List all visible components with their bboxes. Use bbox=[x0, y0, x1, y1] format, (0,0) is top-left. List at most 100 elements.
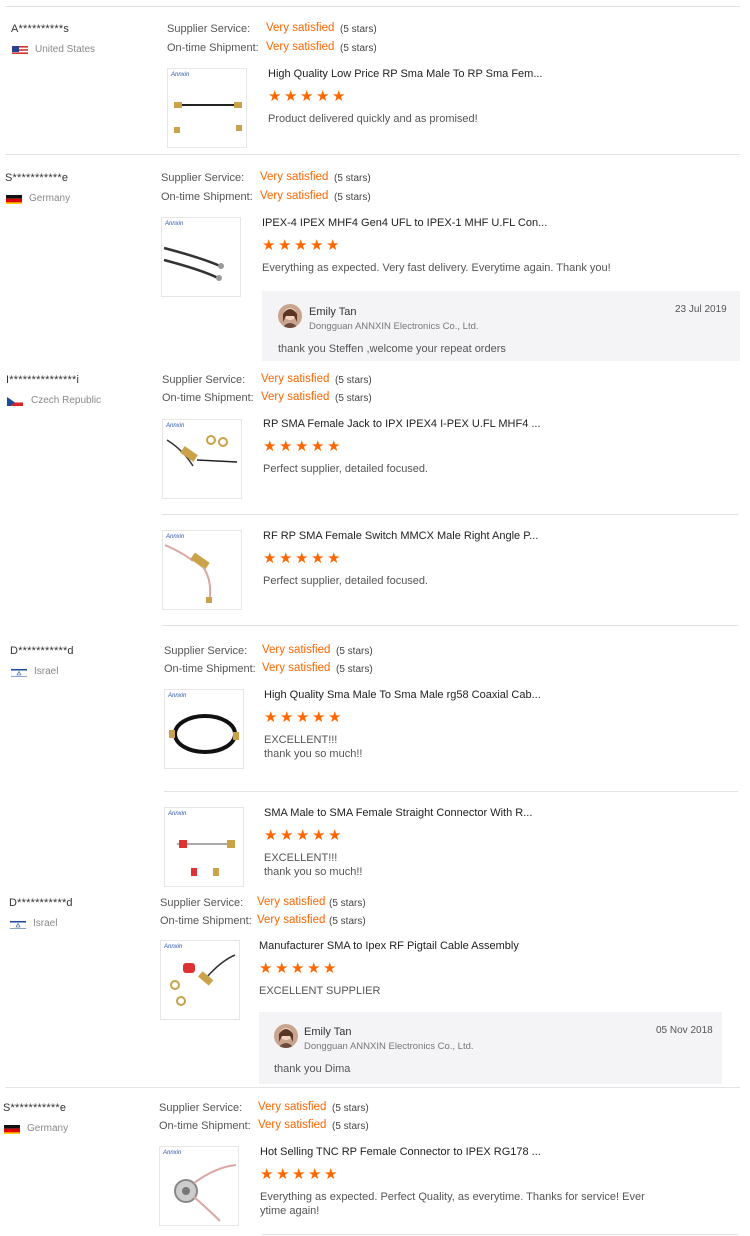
supplier-service-value: Very satisfied bbox=[261, 373, 330, 385]
product-thumbnail[interactable]: Annxin bbox=[162, 530, 242, 610]
product-title[interactable]: RF RP SMA Female Switch MMCX Male Right … bbox=[263, 530, 538, 542]
star-icon: ★ bbox=[328, 827, 342, 844]
product-title[interactable]: Manufacturer SMA to Ipex RF Pigtail Cabl… bbox=[259, 940, 519, 952]
star-icon: ★ bbox=[296, 827, 310, 844]
divider bbox=[162, 625, 738, 626]
product-title[interactable]: SMA Male to SMA Female Straight Connecto… bbox=[264, 807, 532, 819]
supplier-service-value: Very satisfied bbox=[262, 644, 331, 656]
ontime-shipment-label: On-time Shipment: bbox=[162, 392, 254, 404]
divider bbox=[262, 1234, 738, 1235]
product-thumbnail[interactable]: Annxin bbox=[161, 217, 241, 297]
seller-reply: Emily Tan Dongguan ANNXIN Electronics Co… bbox=[262, 291, 740, 361]
star-rating: ★ ★ ★ ★ ★ bbox=[263, 550, 342, 567]
flag-germany-icon bbox=[4, 1123, 20, 1134]
review-comment-line-2: thank you so much!! bbox=[264, 866, 363, 878]
star-icon: ★ bbox=[311, 550, 325, 567]
reviewer-country: Israel bbox=[34, 666, 59, 677]
product-title[interactable]: RP SMA Female Jack to IPX IPEX4 I-PEX U.… bbox=[263, 418, 541, 430]
reply-date: 23 Jul 2019 bbox=[675, 304, 727, 315]
ontime-shipment-label: On-time Shipment: bbox=[167, 42, 259, 54]
reply-author: Emily Tan bbox=[309, 306, 357, 318]
review-comment: EXCELLENT!!! bbox=[264, 734, 338, 746]
star-icon: ★ bbox=[312, 827, 326, 844]
reviewer-name: A**********s bbox=[11, 23, 70, 35]
seller-reply: Emily Tan Dongguan ANNXIN Electronics Co… bbox=[259, 1012, 722, 1084]
supplier-service-label: Supplier Service: bbox=[162, 374, 246, 386]
reviewer-country: Czech Republic bbox=[31, 395, 102, 406]
ontime-shipment-stars: (5 stars) bbox=[332, 1121, 369, 1132]
product-thumbnail[interactable]: Annxin bbox=[162, 419, 242, 499]
supplier-service-value: Very satisfied bbox=[257, 896, 326, 908]
reply-author: Emily Tan bbox=[304, 1026, 352, 1038]
ontime-shipment-stars: (5 stars) bbox=[336, 664, 373, 675]
product-title[interactable]: High Quality Low Price RP Sma Male To RP… bbox=[268, 68, 543, 80]
star-icon: ★ bbox=[312, 709, 326, 726]
star-rating: ★ ★ ★ ★ ★ bbox=[268, 88, 347, 105]
product-thumbnail[interactable]: Annxin bbox=[164, 689, 244, 769]
star-icon: ★ bbox=[316, 88, 330, 105]
star-icon: ★ bbox=[295, 438, 309, 455]
divider bbox=[162, 514, 738, 515]
product-thumbnail[interactable]: Annxin bbox=[160, 940, 240, 1020]
star-icon: ★ bbox=[326, 237, 340, 254]
supplier-service-label: Supplier Service: bbox=[161, 172, 245, 184]
product-title[interactable]: Hot Selling TNC RP Female Connector to I… bbox=[260, 1146, 541, 1158]
ontime-shipment-label: On-time Shipment: bbox=[161, 191, 253, 203]
star-icon: ★ bbox=[324, 1166, 338, 1183]
reviewer-name: I***************i bbox=[6, 374, 80, 386]
ontime-shipment-value: Very satisfied bbox=[257, 914, 326, 926]
star-icon: ★ bbox=[268, 88, 282, 105]
reviewer-name: D***********d bbox=[9, 897, 73, 909]
supplier-service-label: Supplier Service: bbox=[160, 897, 244, 909]
ontime-shipment-stars: (5 stars) bbox=[335, 393, 372, 404]
star-icon: ★ bbox=[308, 1166, 322, 1183]
reviewer-name: S***********e bbox=[5, 172, 69, 184]
star-icon: ★ bbox=[323, 960, 337, 977]
ontime-shipment-stars: (5 stars) bbox=[329, 916, 366, 927]
star-icon: ★ bbox=[327, 550, 341, 567]
supplier-service-stars: (5 stars) bbox=[329, 898, 366, 909]
supplier-service-value: Very satisfied bbox=[266, 22, 335, 34]
ontime-shipment-label: On-time Shipment: bbox=[159, 1120, 251, 1132]
star-icon: ★ bbox=[275, 960, 289, 977]
ontime-shipment-value: Very satisfied bbox=[262, 662, 331, 674]
avatar bbox=[278, 304, 302, 328]
star-icon: ★ bbox=[300, 88, 314, 105]
reviewer-country: Israel bbox=[33, 918, 58, 929]
supplier-service-stars: (5 stars) bbox=[335, 375, 372, 386]
star-icon: ★ bbox=[295, 550, 309, 567]
star-rating: ★ ★ ★ ★ ★ bbox=[259, 960, 338, 977]
supplier-service-label: Supplier Service: bbox=[164, 645, 248, 657]
flag-germany-icon bbox=[6, 193, 22, 204]
product-thumbnail[interactable]: Annxin bbox=[159, 1146, 239, 1226]
star-icon: ★ bbox=[327, 438, 341, 455]
star-icon: ★ bbox=[279, 438, 293, 455]
star-icon: ★ bbox=[278, 237, 292, 254]
supplier-service-label: Supplier Service: bbox=[159, 1102, 243, 1114]
divider bbox=[5, 6, 740, 7]
reply-text: thank you Steffen ,welcome your repeat o… bbox=[278, 343, 506, 355]
product-title[interactable]: IPEX-4 IPEX MHF4 Gen4 UFL to IPEX-1 MHF … bbox=[262, 217, 547, 229]
flag-us-icon bbox=[12, 44, 28, 55]
product-thumbnail[interactable]: Annxin bbox=[167, 68, 247, 148]
ontime-shipment-label: On-time Shipment: bbox=[160, 915, 252, 927]
star-icon: ★ bbox=[284, 88, 298, 105]
product-title[interactable]: High Quality Sma Male To Sma Male rg58 C… bbox=[264, 689, 541, 701]
reply-company: Dongguan ANNXIN Electronics Co., Ltd. bbox=[309, 321, 479, 332]
star-icon: ★ bbox=[307, 960, 321, 977]
star-icon: ★ bbox=[264, 709, 278, 726]
supplier-service-stars: (5 stars) bbox=[336, 646, 373, 657]
star-icon: ★ bbox=[276, 1166, 290, 1183]
ontime-shipment-label: On-time Shipment: bbox=[164, 663, 256, 675]
review-comment: Everything as expected. Very fast delive… bbox=[262, 262, 611, 274]
review-comment: Perfect supplier, detailed focused. bbox=[263, 463, 429, 475]
star-rating: ★ ★ ★ ★ ★ bbox=[264, 827, 343, 844]
star-icon: ★ bbox=[262, 237, 276, 254]
reply-date: 05 Nov 2018 bbox=[656, 1025, 713, 1036]
divider bbox=[5, 154, 740, 155]
flag-israel-icon bbox=[10, 918, 26, 929]
supplier-service-label: Supplier Service: bbox=[167, 23, 251, 35]
product-thumbnail[interactable]: Annxin bbox=[164, 807, 244, 887]
review-comment-line-2: thank you so much!! bbox=[264, 748, 363, 760]
reply-text: thank you Dima bbox=[274, 1063, 351, 1075]
